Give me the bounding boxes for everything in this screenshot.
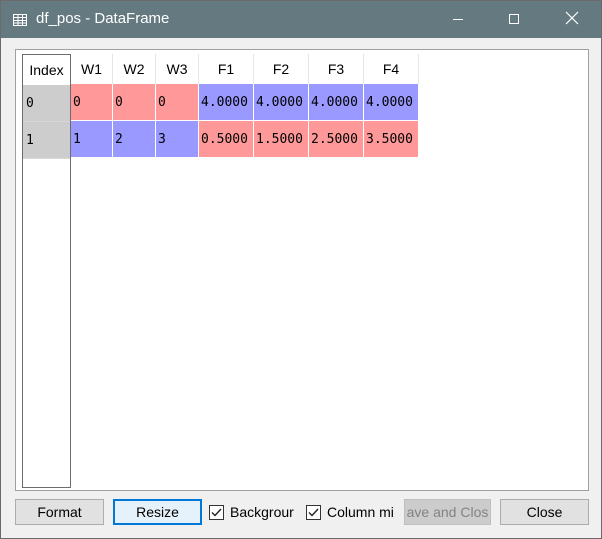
table-cell[interactable]: 1.5000 <box>254 121 309 158</box>
minimize-button[interactable] <box>435 1 481 38</box>
table-cell[interactable]: 2.5000 <box>309 121 364 158</box>
column-header-f4[interactable]: F4 <box>364 54 419 84</box>
table-cell[interactable]: 0.5000 <box>199 121 254 158</box>
column-header-f3[interactable]: F3 <box>309 54 364 84</box>
column-header-w2[interactable]: W2 <box>113 54 156 84</box>
dataframe-window: df_pos - DataFrame Index 0 1 W1 W2 W3 F1… <box>0 0 602 539</box>
maximize-icon <box>508 12 520 28</box>
save-and-close-button[interactable]: ave and Clos <box>404 499 491 525</box>
background-checkbox[interactable]: Backgrour <box>209 503 299 521</box>
resize-button[interactable]: Resize <box>113 499 202 525</box>
column-min-checkbox[interactable]: Column mi <box>306 503 396 521</box>
table-cell[interactable]: 4.0000 <box>364 84 419 121</box>
column-header-w1[interactable]: W1 <box>71 54 113 84</box>
table-cell[interactable]: 4.0000 <box>309 84 364 121</box>
background-checkbox-label: Backgrour <box>230 504 294 520</box>
checkbox-box[interactable] <box>209 504 224 520</box>
table-cell[interactable]: 4.0000 <box>199 84 254 121</box>
index-cell[interactable]: 1 <box>23 122 70 159</box>
title-bar[interactable]: df_pos - DataFrame <box>1 1 601 38</box>
close-button[interactable]: Close <box>500 499 589 525</box>
table-cell[interactable]: 0 <box>71 84 113 121</box>
table-cell[interactable]: 2 <box>113 121 156 158</box>
window-title: df_pos - DataFrame <box>36 10 170 27</box>
minimize-icon <box>452 12 464 28</box>
table-cell[interactable]: 0 <box>156 84 199 121</box>
maximize-button[interactable] <box>491 1 537 38</box>
column-min-checkbox-label: Column mi <box>327 504 394 520</box>
index-column: Index 0 1 <box>22 54 71 488</box>
column-header-w3[interactable]: W3 <box>156 54 199 84</box>
checkmark-icon <box>308 504 319 520</box>
index-cell[interactable]: 0 <box>23 85 70 122</box>
table-cell[interactable]: 4.0000 <box>254 84 309 121</box>
format-button[interactable]: Format <box>15 499 104 525</box>
table-cell[interactable]: 3 <box>156 121 199 158</box>
checkbox-box[interactable] <box>306 504 321 520</box>
column-header-f1[interactable]: F1 <box>199 54 254 84</box>
column-header-f2[interactable]: F2 <box>254 54 309 84</box>
table-cell[interactable]: 0 <box>113 84 156 121</box>
table-cell[interactable]: 3.5000 <box>364 121 419 158</box>
checkmark-icon <box>211 504 222 520</box>
dataframe-table[interactable]: Index 0 1 W1 W2 W3 F1 F2 F3 F4 0 0 0 4.0000… <box>15 49 589 491</box>
close-icon <box>565 11 579 28</box>
index-header[interactable]: Index <box>23 55 70 85</box>
table-icon <box>13 13 27 26</box>
table-cell[interactable]: 1 <box>71 121 113 158</box>
close-window-button[interactable] <box>549 1 595 38</box>
